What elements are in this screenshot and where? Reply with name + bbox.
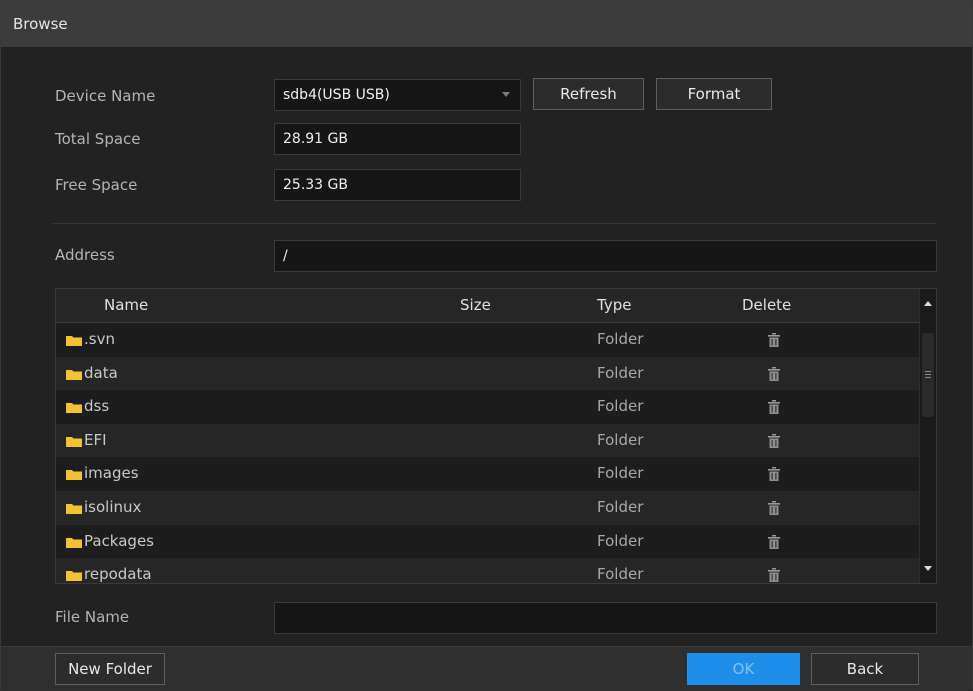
grip-line <box>925 371 931 372</box>
folder-icon <box>66 537 82 548</box>
table-row[interactable]: dss Folder <box>56 390 920 424</box>
free-space-value: 25.33 GB <box>283 177 348 193</box>
table-scrollbar[interactable] <box>919 289 936 583</box>
file-type: Folder <box>597 430 644 449</box>
file-type: Folder <box>597 363 644 382</box>
column-size-header[interactable]: Size <box>460 289 491 321</box>
address-value: / <box>283 248 288 264</box>
folder-icon <box>66 436 82 447</box>
file-name: repodata <box>84 565 152 584</box>
section-divider <box>53 223 937 224</box>
file-name: dss <box>84 397 110 416</box>
format-button[interactable]: Format <box>656 78 772 110</box>
table-header: Name Size Type Delete <box>56 289 920 323</box>
address-label: Address <box>55 246 115 264</box>
address-field[interactable]: / <box>274 240 937 272</box>
file-type: Folder <box>597 497 644 516</box>
file-name: isolinux <box>84 497 142 516</box>
total-space-label: Total Space <box>55 130 141 148</box>
table-body: .svn Folder data Folder dss Folder EFI F… <box>56 323 920 584</box>
window-title: Browse <box>13 15 68 33</box>
browse-dialog: Browse Device Name sdb4(USB USB) Refresh… <box>0 0 973 691</box>
file-name: Packages <box>84 531 154 550</box>
trash-icon[interactable] <box>768 568 780 583</box>
chevron-down-icon[interactable] <box>502 92 510 97</box>
column-name-header[interactable]: Name <box>104 289 148 321</box>
file-name-input[interactable] <box>274 602 937 634</box>
column-delete-header: Delete <box>742 296 792 314</box>
table-row[interactable]: data Folder <box>56 356 920 391</box>
total-space-value: 28.91 GB <box>283 131 348 147</box>
folder-icon <box>66 403 82 414</box>
table-row[interactable]: .svn Folder <box>56 323 920 357</box>
title-bar: Browse <box>1 1 972 47</box>
file-name: EFI <box>84 430 107 449</box>
table-row[interactable]: Packages Folder <box>56 525 920 559</box>
trash-icon[interactable] <box>768 500 780 515</box>
device-name-select[interactable]: sdb4(USB USB) <box>274 79 521 111</box>
grip-line <box>925 374 931 375</box>
file-name: images <box>84 464 139 483</box>
file-type: Folder <box>597 531 644 550</box>
free-space-field: 25.33 GB <box>274 169 521 201</box>
grip-line <box>925 377 931 378</box>
file-type: Folder <box>597 565 644 584</box>
table-row[interactable]: repodata Folder <box>56 558 920 584</box>
trash-icon[interactable] <box>768 467 780 482</box>
trash-icon[interactable] <box>768 534 780 549</box>
trash-icon[interactable] <box>768 333 780 347</box>
file-type: Folder <box>597 397 644 416</box>
folder-icon <box>66 369 82 380</box>
scroll-thumb[interactable] <box>922 333 934 417</box>
table-row[interactable]: images Folder <box>56 457 920 491</box>
folder-icon <box>66 336 82 346</box>
trash-icon[interactable] <box>768 366 780 381</box>
free-space-label: Free Space <box>55 176 138 194</box>
table-row[interactable]: EFI Folder <box>56 423 920 458</box>
file-name: data <box>84 363 118 382</box>
folder-icon <box>66 503 82 514</box>
refresh-button[interactable]: Refresh <box>533 78 644 110</box>
trash-icon[interactable] <box>768 433 780 448</box>
dialog-footer: New Folder OK Back <box>1 646 972 691</box>
device-name-label: Device Name <box>55 87 156 105</box>
trash-icon[interactable] <box>768 400 780 415</box>
file-table: Name Size Type Delete .svn Folder data F… <box>55 288 937 584</box>
scroll-down-icon[interactable] <box>924 566 932 571</box>
folder-icon <box>66 571 82 582</box>
file-type: Folder <box>597 464 644 483</box>
total-space-field: 28.91 GB <box>274 123 521 155</box>
new-folder-button[interactable]: New Folder <box>55 653 165 685</box>
file-name: .svn <box>84 330 115 348</box>
back-button[interactable]: Back <box>811 653 919 685</box>
file-name-label: File Name <box>55 608 130 626</box>
ok-button[interactable]: OK <box>687 653 800 685</box>
table-row[interactable]: isolinux Folder <box>56 490 920 525</box>
column-type-header[interactable]: Type <box>597 289 631 321</box>
device-name-value: sdb4(USB USB) <box>283 87 390 103</box>
file-type: Folder <box>597 330 644 348</box>
scroll-up-icon[interactable] <box>924 301 932 306</box>
folder-icon <box>66 470 82 481</box>
